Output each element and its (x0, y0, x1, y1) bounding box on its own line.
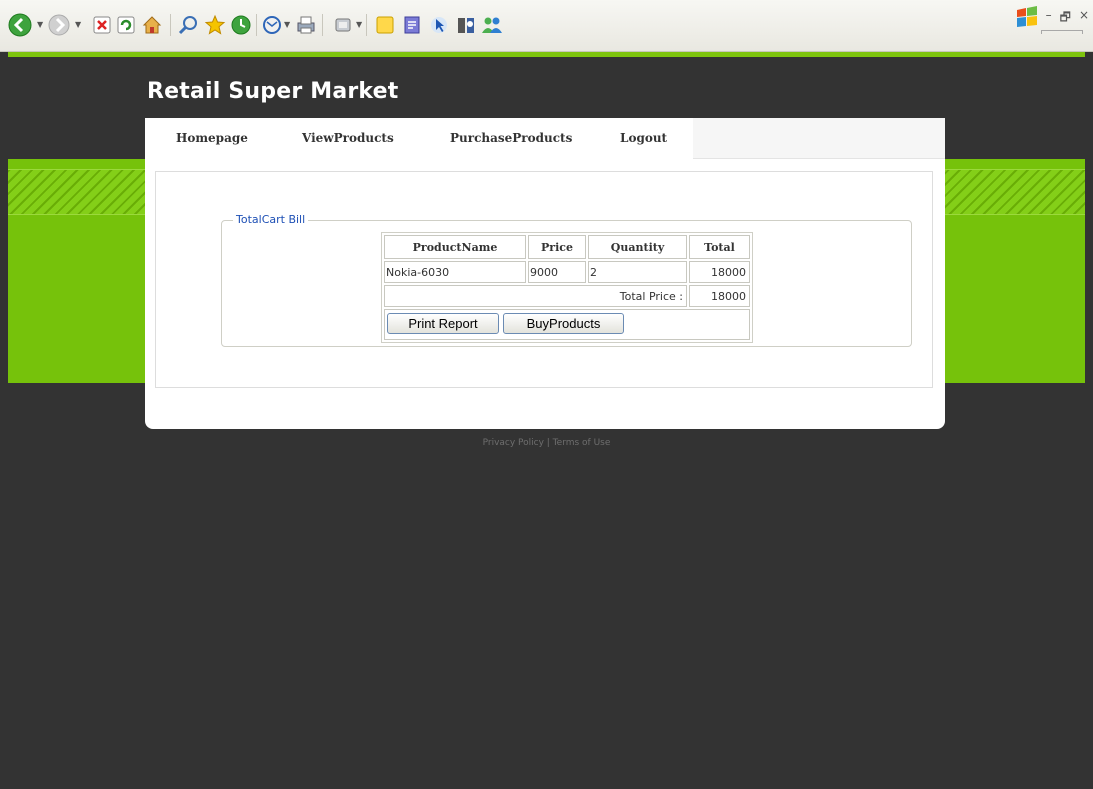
toolbar-separator (256, 14, 257, 36)
nav-items: Homepage ViewProducts PurchaseProducts L… (145, 118, 693, 159)
toolbar-separator (322, 14, 323, 36)
nav-logout[interactable]: Logout (620, 131, 667, 145)
print-report-button[interactable]: Print Report (387, 313, 499, 334)
mail-icon[interactable] (260, 13, 284, 37)
total-price-value: 18000 (689, 285, 750, 307)
search-icon[interactable] (176, 13, 200, 37)
header-accent-line (8, 52, 1085, 57)
research-icon[interactable] (454, 13, 478, 37)
cell-product-name: Nokia-6030 (384, 261, 526, 283)
forward-dropdown-icon[interactable]: ▼ (75, 20, 81, 29)
cursor-icon[interactable] (427, 13, 451, 37)
refresh-icon[interactable] (114, 13, 138, 37)
header-quantity: Quantity (588, 235, 687, 259)
close-icon[interactable]: × (1079, 8, 1089, 29)
nav-view-products[interactable]: ViewProducts (302, 131, 394, 145)
mail-dropdown-icon[interactable]: ▼ (284, 20, 290, 29)
windows-icon (1015, 6, 1039, 28)
cell-quantity: 2 (588, 261, 687, 283)
back-dropdown-icon[interactable]: ▼ (37, 20, 43, 29)
discuss-icon[interactable] (373, 13, 397, 37)
nav-purchase-products[interactable]: PurchaseProducts (450, 131, 572, 145)
bill-legend: TotalCart Bill (233, 213, 309, 226)
address-bar-edge (1041, 30, 1083, 34)
cell-price: 9000 (528, 261, 586, 283)
buy-products-button[interactable]: BuyProducts (503, 313, 624, 334)
favorites-icon[interactable] (203, 13, 227, 37)
main-panel: Homepage ViewProducts PurchaseProducts L… (145, 118, 945, 429)
header-total: Total (689, 235, 750, 259)
site-title: Retail Super Market (147, 79, 399, 104)
restore-icon[interactable]: 🗗 (1060, 8, 1071, 29)
history-icon[interactable] (229, 13, 253, 37)
total-price-label: Total Price : (384, 285, 687, 307)
header-product-name: ProductName (384, 235, 526, 259)
footer-links[interactable]: Privacy Policy | Terms of Use (8, 438, 1085, 448)
messenger-icon[interactable] (400, 13, 424, 37)
nav-bar: Homepage ViewProducts PurchaseProducts L… (145, 118, 945, 159)
window-controls: – 🗗 × (1046, 8, 1089, 29)
users-icon[interactable] (480, 13, 504, 37)
print-icon[interactable] (294, 13, 318, 37)
header-price: Price (528, 235, 586, 259)
browser-toolbar: ▼ ▼ ▼ ▼ – 🗗 × (0, 0, 1093, 52)
toolbar-separator (170, 14, 171, 36)
edit-icon[interactable] (331, 13, 355, 37)
toolbar-separator (366, 14, 367, 36)
stop-icon[interactable] (90, 13, 114, 37)
bill-fieldset: TotalCart Bill ProductName Price Quantit… (221, 213, 912, 347)
minimize-icon[interactable]: – (1046, 8, 1052, 29)
content-box: TotalCart Bill ProductName Price Quantit… (155, 171, 933, 388)
forward-icon[interactable] (47, 13, 71, 37)
page-viewport: Retail Super Market Homepage ViewProduct… (8, 52, 1085, 789)
nav-homepage[interactable]: Homepage (176, 131, 248, 145)
home-icon[interactable] (140, 13, 164, 37)
cell-total: 18000 (689, 261, 750, 283)
back-icon[interactable] (8, 13, 32, 37)
bill-table: ProductName Price Quantity Total Nokia-6… (381, 232, 753, 343)
edit-dropdown-icon[interactable]: ▼ (356, 20, 362, 29)
